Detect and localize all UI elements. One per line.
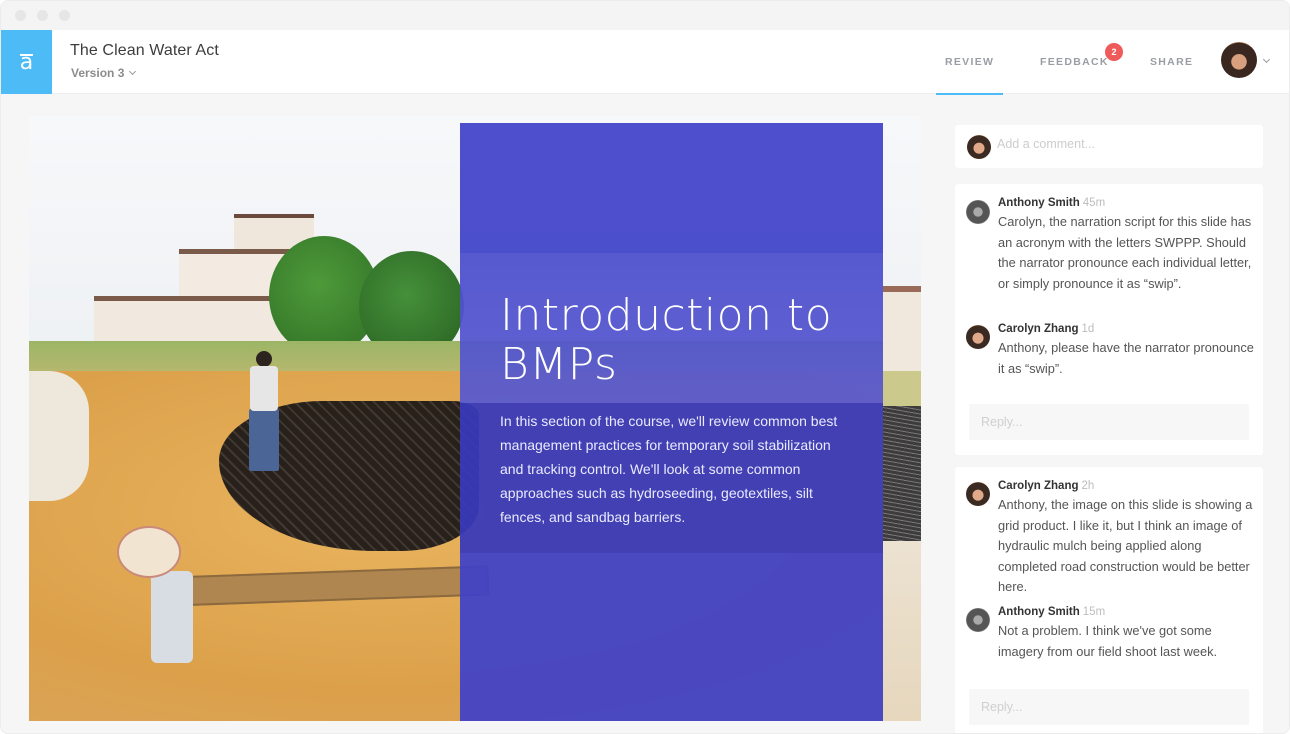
window-maximize-button[interactable] [59,10,70,21]
comment: Anthony Smith 15m Not a problem. I think … [998,604,1256,662]
tab-feedback[interactable]: FEEDBACK 2 [1040,30,1123,94]
slide-title: Introduction to BMPs [500,290,833,390]
comment-header: Carolyn Zhang 1d [998,321,1256,337]
feedback-count-badge: 2 [1105,43,1123,61]
add-comment-box [955,125,1263,168]
app-window: a The Clean Water Act Version 3 REVIEW F… [0,0,1290,734]
commenter-avatar [966,608,990,632]
photo-tarp [29,371,89,501]
add-comment-input[interactable] [997,137,1247,151]
version-dropdown[interactable]: Version 3 [71,66,137,80]
comment-time: 45m [1082,197,1106,209]
photo-house [883,286,921,371]
document-title: The Clean Water Act [70,42,219,59]
worker-shirt [250,366,278,411]
app-header: a The Clean Water Act Version 3 REVIEW F… [1,30,1289,95]
title-bar [1,1,1289,30]
comment-header: Anthony Smith 45m [998,195,1256,211]
window-minimize-button[interactable] [37,10,48,21]
commenter-avatar [966,325,990,349]
photo-sand [883,541,921,721]
worker-pants [249,409,279,471]
photo-geogrid [883,406,921,541]
chevron-down-icon [129,67,137,75]
comment: Carolyn Zhang 1d Anthony, please have the… [998,321,1256,379]
slide-text-panel: Introduction to BMPs In this section of … [460,123,883,721]
comment-time: 15m [1082,606,1106,618]
user-avatar[interactable] [1221,42,1257,78]
account-chevron-down-icon[interactable] [1262,55,1271,64]
tab-share-label: SHARE [1150,56,1194,68]
photo-hat [117,526,181,578]
comment-thread: Anthony Smith 45m Carolyn, the narration … [955,184,1263,455]
current-user-avatar [967,135,991,159]
photo-grass [883,371,921,406]
comment: Carolyn Zhang 2h Anthony, the image on th… [998,478,1256,598]
comment-text: Anthony, please have the narrator pronou… [998,340,1254,376]
comment-header: Carolyn Zhang 2h [998,478,1256,494]
tab-review-label: REVIEW [945,56,995,68]
commenter-avatar [966,200,990,224]
comment-time: 1d [1081,323,1095,335]
slide-body: In this section of the course, we'll rev… [500,413,838,525]
version-label: Version 3 [71,66,125,80]
worker-head [256,351,272,367]
tab-share[interactable]: SHARE [1150,30,1193,94]
logo-icon: a [19,50,34,75]
comment-text: Anthony, the image on this slide is show… [998,497,1253,594]
comment-thread: Carolyn Zhang 2h Anthony, the image on th… [955,467,1263,733]
reply-input[interactable] [969,404,1249,440]
comment-author: Anthony Smith [998,606,1080,618]
comment-author: Anthony Smith [998,197,1080,209]
comment-author: Carolyn Zhang [998,323,1079,335]
comment-text: Carolyn, the narration script for this s… [998,214,1252,291]
tab-review[interactable]: REVIEW [935,30,1004,95]
app-logo[interactable]: a [1,30,52,94]
photo-cloth [151,571,193,663]
slide-preview: Introduction to BMPs In this section of … [29,116,921,721]
comment-header: Anthony Smith 15m [998,604,1256,620]
window-close-button[interactable] [15,10,26,21]
comment: Anthony Smith 45m Carolyn, the narration … [998,195,1256,294]
tab-feedback-label: FEEDBACK [1040,56,1109,68]
commenter-avatar [966,482,990,506]
photo-worker [244,351,284,481]
photo-right-strip [883,116,921,721]
comment-author: Carolyn Zhang [998,480,1079,492]
comment-time: 2h [1081,480,1095,492]
comment-text: Not a problem. I think we've got some im… [998,623,1218,659]
reply-input[interactable] [969,689,1249,725]
